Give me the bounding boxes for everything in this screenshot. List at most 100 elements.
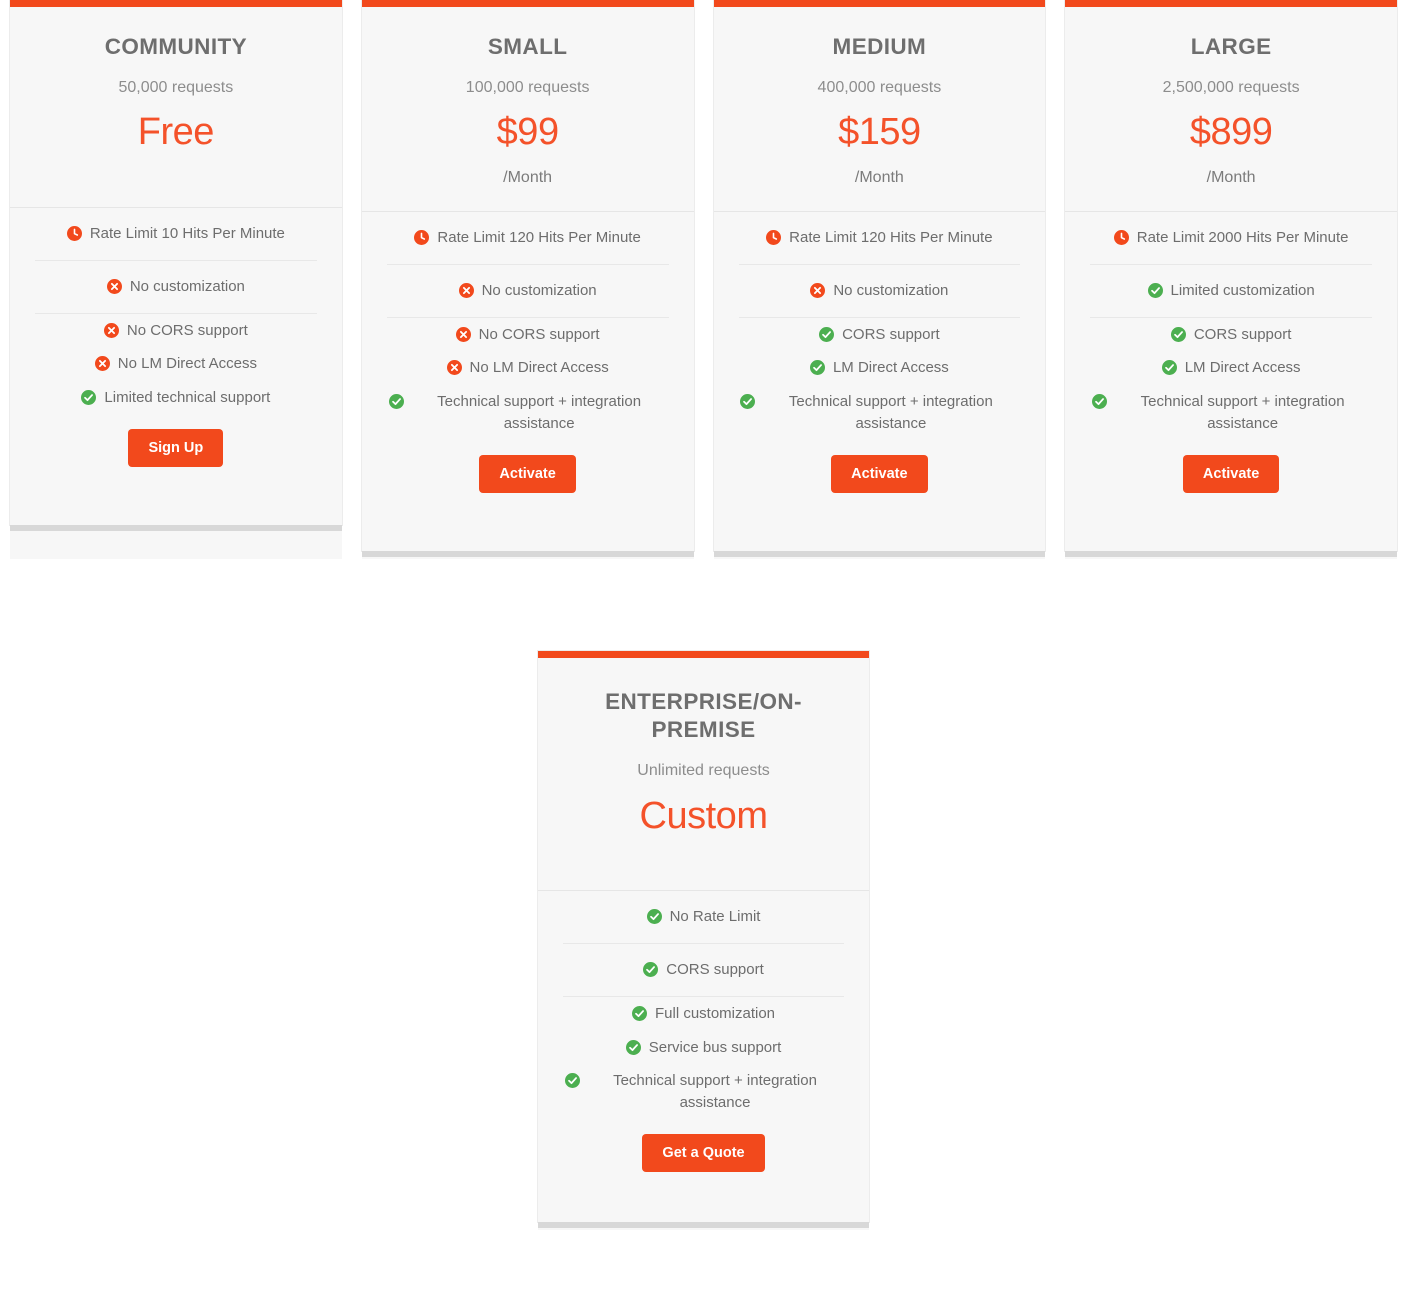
pricing-card: LARGE 2,500,000 requests $899/Month Rate Li… bbox=[1065, 0, 1397, 560]
feature-label: No LM Direct Access bbox=[469, 359, 609, 377]
x-circle-icon bbox=[810, 282, 826, 298]
check-circle-icon bbox=[388, 394, 404, 410]
feature-label: No customization bbox=[833, 281, 949, 299]
clock-icon bbox=[1113, 230, 1129, 246]
x-circle-icon bbox=[455, 326, 471, 342]
check-circle-icon bbox=[740, 394, 756, 410]
card-header: COMMUNITY 50,000 requests Free bbox=[10, 7, 342, 208]
feature-label: No Rate Limit bbox=[669, 908, 761, 926]
activate-button[interactable]: Activate bbox=[831, 454, 928, 494]
feature-item: Full customization bbox=[563, 997, 845, 1031]
plan-slot-large: LARGE 2,500,000 requests $899/Month Rate Li… bbox=[1055, 0, 1407, 560]
clock-icon bbox=[66, 226, 82, 241]
plan-name: ENTERPRISE/ON-PREMISE bbox=[605, 689, 802, 743]
card-header: LARGE 2,500,000 requests $899/Month bbox=[1065, 7, 1397, 213]
clock-icon bbox=[766, 230, 782, 246]
cta-container: Get a Quote bbox=[563, 1120, 845, 1173]
check-circle-icon bbox=[1170, 326, 1186, 342]
feature-label: No customization bbox=[481, 281, 597, 299]
plan-requests: 100,000 requests bbox=[465, 79, 590, 97]
feature-label: Limited technical support bbox=[104, 389, 271, 406]
feature-item: No Rate Limit bbox=[562, 891, 845, 945]
feature-label: Limited customization bbox=[1170, 281, 1315, 299]
feature-label: Technical support + integration assistan… bbox=[437, 393, 642, 432]
check-circle-icon bbox=[646, 909, 662, 925]
feature-item: Technical support + integration assistan… bbox=[739, 385, 1021, 441]
check-circle-icon bbox=[388, 394, 404, 410]
check-circle-icon bbox=[643, 962, 659, 978]
check-circle-icon bbox=[809, 360, 825, 376]
x-circle-icon bbox=[103, 322, 119, 338]
card-header: SMALL 100,000 requests $99/Month bbox=[361, 7, 694, 213]
feature-label: No CORS support bbox=[478, 325, 600, 343]
pricing-card-body: MEDIUM 400,000 requests $159/Month Rate Lim… bbox=[713, 0, 1046, 552]
get-a-quote-button[interactable]: Get a Quote bbox=[642, 1133, 765, 1173]
feature-label: Rate Limit 120 Hits Per Minute bbox=[437, 229, 641, 247]
feature-list: Rate Limit 120 Hits Per Minute No customi… bbox=[362, 212, 694, 494]
pricing-card-body: ENTERPRISE/ON-PREMISE Unlimited requests C… bbox=[537, 651, 870, 1223]
check-circle-icon bbox=[646, 909, 662, 925]
plan-billing-period: /Month bbox=[1206, 169, 1256, 186]
feature-label: CORS support bbox=[842, 325, 940, 343]
clock-icon bbox=[766, 230, 782, 246]
feature-item: Limited technical support bbox=[35, 381, 317, 415]
header-spacer bbox=[28, 155, 324, 183]
activate-button[interactable]: Activate bbox=[479, 454, 576, 494]
check-circle-icon bbox=[809, 360, 825, 376]
check-circle-icon bbox=[1147, 282, 1163, 298]
enterprise-card-row: ENTERPRISE/ON-PREMISE Unlimited requests C… bbox=[0, 651, 1407, 1231]
cta-container: Activate bbox=[387, 441, 669, 494]
activate-button[interactable]: Activate bbox=[1182, 454, 1280, 494]
feature-item: Service bus support bbox=[563, 1031, 845, 1065]
card-accent-bar bbox=[1065, 0, 1397, 7]
feature-item: Rate Limit 120 Hits Per Minute bbox=[738, 212, 1021, 265]
check-circle-icon bbox=[1161, 360, 1177, 376]
feature-label: LM Direct Access bbox=[832, 359, 949, 377]
check-circle-icon bbox=[819, 326, 835, 342]
feature-list: Rate Limit 2000 Hits Per Minute Limited c… bbox=[1065, 212, 1397, 494]
check-circle-icon bbox=[1161, 360, 1177, 376]
x-circle-icon bbox=[94, 356, 110, 372]
pricing-page: COMMUNITY 50,000 requests Free Rate Limit 1… bbox=[0, 0, 1407, 1231]
check-circle-icon bbox=[631, 1005, 647, 1021]
feature-label: Service bus support bbox=[648, 1038, 782, 1056]
plan-slot-medium: MEDIUM 400,000 requests $159/Month Rate Lim… bbox=[704, 0, 1056, 560]
pricing-card-body: COMMUNITY 50,000 requests Free Rate Limit 1… bbox=[10, 0, 342, 526]
check-circle-icon bbox=[1092, 394, 1108, 410]
check-circle-icon bbox=[564, 1073, 580, 1089]
card-footer-spacer bbox=[362, 493, 694, 551]
feature-label: CORS support bbox=[1193, 325, 1292, 343]
feature-item: Technical support + integration assistan… bbox=[1090, 385, 1372, 441]
header-spacer bbox=[556, 838, 852, 866]
x-circle-icon bbox=[106, 278, 122, 294]
feature-item: Rate Limit 2000 Hits Per Minute bbox=[1090, 212, 1372, 265]
cta-container: Activate bbox=[739, 441, 1021, 494]
feature-list: Rate Limit 10 Hits Per Minute No customiz… bbox=[10, 208, 342, 468]
layout-spacer bbox=[352, 651, 528, 1230]
cta-container: Sign Up bbox=[35, 415, 317, 468]
plan-requests: 2,500,000 requests bbox=[1162, 79, 1300, 97]
pricing-card: SMALL 100,000 requests $99/Month Rate Limit… bbox=[361, 0, 694, 560]
plan-slot-enterprise-on-premise: ENTERPRISE/ON-PREMISE Unlimited requests C… bbox=[528, 651, 880, 1231]
sign-up-button[interactable]: Sign Up bbox=[128, 428, 224, 468]
feature-item: Technical support + integration assistan… bbox=[387, 385, 669, 441]
feature-item: CORS support bbox=[1090, 318, 1372, 352]
feature-item: LM Direct Access bbox=[739, 351, 1021, 385]
feature-label: Technical support + integration assistan… bbox=[613, 1072, 817, 1112]
plan-billing-period: /Month bbox=[854, 169, 904, 186]
card-accent-bar bbox=[361, 0, 694, 7]
card-footer-spacer bbox=[714, 493, 1046, 551]
plan-price: $899 bbox=[1189, 111, 1273, 154]
pricing-card-body: SMALL 100,000 requests $99/Month Rate Limit… bbox=[361, 0, 694, 552]
plan-slot-small: SMALL 100,000 requests $99/Month Rate Limit… bbox=[352, 0, 704, 560]
check-circle-icon bbox=[81, 390, 97, 405]
plan-requests: 400,000 requests bbox=[817, 79, 942, 97]
plan-price: $159 bbox=[838, 111, 921, 154]
check-circle-icon bbox=[1092, 394, 1108, 410]
card-footer-spacer bbox=[538, 1172, 870, 1222]
feature-item: Technical support + integration assistan… bbox=[563, 1064, 845, 1120]
check-circle-icon bbox=[1170, 326, 1186, 342]
plan-card-row: COMMUNITY 50,000 requests Free Rate Limit 1… bbox=[0, 0, 1407, 560]
plan-name: COMMUNITY bbox=[104, 34, 248, 59]
plan-billing-period: /Month bbox=[503, 169, 553, 186]
